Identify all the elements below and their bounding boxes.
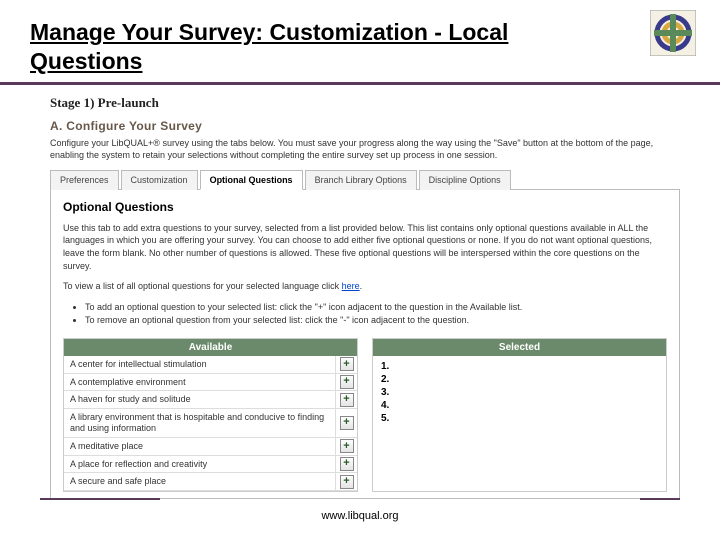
selected-slot: 5. [381, 412, 658, 425]
plus-cell: + [335, 456, 357, 473]
available-question-text: A meditative place [64, 438, 335, 455]
plus-cell: + [335, 409, 357, 437]
available-question-text: A haven for study and solitude [64, 391, 335, 408]
add-question-button[interactable]: + [340, 439, 354, 453]
instruction-bullets: To add an optional question to your sele… [63, 301, 667, 328]
available-row: A haven for study and solitude + [64, 391, 357, 409]
add-question-button[interactable]: + [340, 475, 354, 489]
available-question-text: A place for reflection and creativity [64, 456, 335, 473]
tab-branch-library-options[interactable]: Branch Library Options [305, 170, 417, 190]
instruction-bullet: To add an optional question to your sele… [85, 301, 667, 315]
tab-preferences[interactable]: Preferences [50, 170, 119, 190]
decorative-rule-left [40, 498, 160, 500]
stage-label: Stage 1) Pre-launch [50, 95, 680, 111]
selected-slot: 1. [381, 360, 658, 373]
available-row: A library environment that is hospitable… [64, 409, 357, 438]
available-row: A meditative place + [64, 438, 357, 456]
selected-slot: 4. [381, 399, 658, 412]
instruction-bullet: To remove an optional question from your… [85, 314, 667, 328]
tab-optional-questions[interactable]: Optional Questions [200, 170, 303, 190]
plus-cell: + [335, 374, 357, 391]
available-question-text: A center for intellectual stimulation [64, 356, 335, 373]
tab-customization[interactable]: Customization [121, 170, 198, 190]
logo [650, 10, 696, 56]
section-intro: Configure your LibQUAL+® survey using th… [50, 137, 680, 161]
tab-discipline-options[interactable]: Discipline Options [419, 170, 511, 190]
available-question-text: A library environment that is hospitable… [64, 409, 335, 437]
section-title: A. Configure Your Survey [50, 119, 680, 133]
plus-cell: + [335, 356, 357, 373]
available-question-text: A contemplative environment [64, 374, 335, 391]
decorative-rule-right [640, 498, 680, 500]
available-question-text: A secure and safe place [64, 473, 335, 490]
dual-list: Available A center for intellectual stim… [63, 338, 667, 492]
selected-slot: 2. [381, 373, 658, 386]
selected-slot: 3. [381, 386, 658, 399]
optional-questions-panel: Optional Questions Use this tab to add e… [50, 190, 680, 499]
plus-cell: + [335, 391, 357, 408]
slide-title: Manage Your Survey: Customization - Loca… [30, 18, 590, 76]
footer-url: www.libqual.org [0, 510, 720, 522]
add-question-button[interactable]: + [340, 416, 354, 430]
add-question-button[interactable]: + [340, 375, 354, 389]
panel-paragraph-2: To view a list of all optional questions… [63, 280, 667, 293]
panel-p2-suffix: . [360, 281, 363, 291]
plus-cell: + [335, 438, 357, 455]
here-link[interactable]: here [342, 281, 360, 291]
add-question-button[interactable]: + [340, 357, 354, 371]
selected-box: Selected 1.2.3.4.5. [372, 338, 667, 492]
available-row: A secure and safe place + [64, 473, 357, 491]
available-header: Available [64, 339, 357, 356]
available-row: A contemplative environment + [64, 374, 357, 392]
available-row: A center for intellectual stimulation + [64, 356, 357, 374]
selected-list: 1.2.3.4.5. [373, 356, 666, 429]
panel-paragraph-1: Use this tab to add extra questions to y… [63, 222, 667, 272]
panel-p2-prefix: To view a list of all optional questions… [63, 281, 342, 291]
available-row: A place for reflection and creativity + [64, 456, 357, 474]
plus-cell: + [335, 473, 357, 490]
selected-header: Selected [373, 339, 666, 356]
panel-title: Optional Questions [63, 200, 667, 214]
config-tabs: PreferencesCustomizationOptional Questio… [50, 169, 680, 190]
add-question-button[interactable]: + [340, 393, 354, 407]
add-question-button[interactable]: + [340, 457, 354, 471]
screenshot-content: Stage 1) Pre-launch A. Configure Your Su… [0, 85, 720, 500]
available-box: Available A center for intellectual stim… [63, 338, 358, 492]
slide-header: Manage Your Survey: Customization - Loca… [0, 0, 720, 85]
